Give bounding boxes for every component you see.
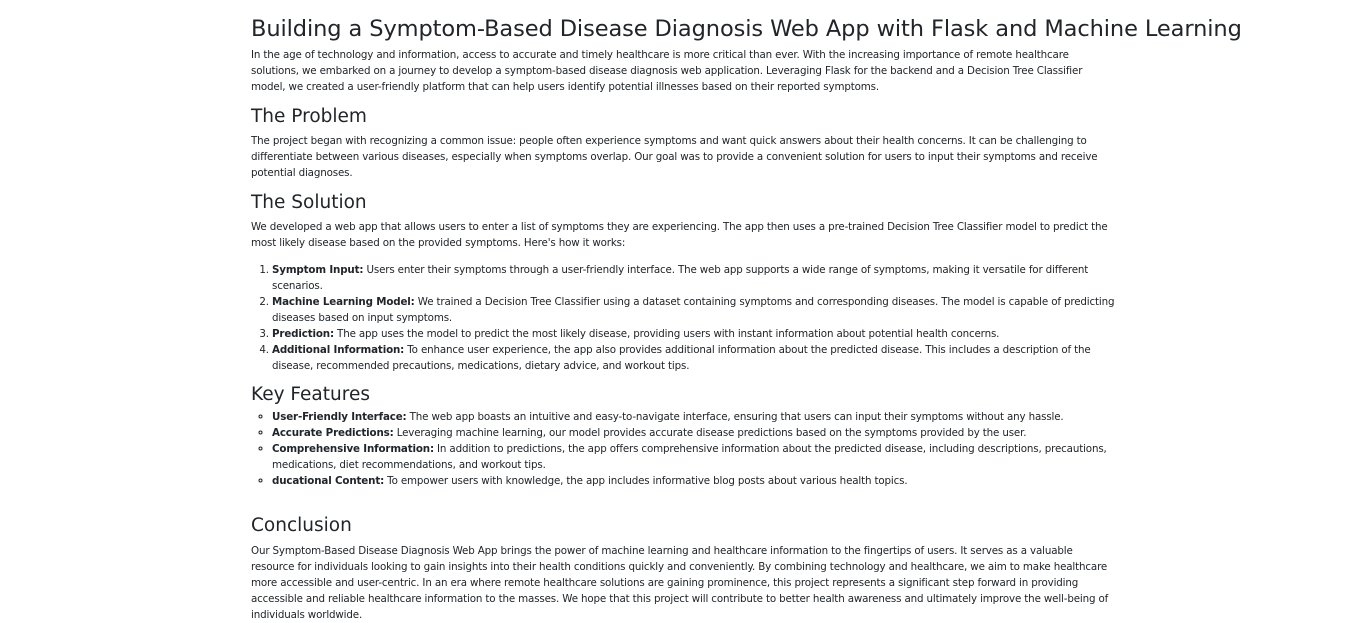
- feature-label: Accurate Predictions:: [272, 427, 394, 439]
- feature-item: ducational Content: To empower users wit…: [272, 473, 1117, 489]
- step-label: Machine Learning Model:: [272, 296, 415, 308]
- problem-heading: The Problem: [251, 106, 367, 127]
- intro-paragraph: In the age of technology and information…: [251, 49, 1083, 93]
- article-title: Building a Symptom-Based Disease Diagnos…: [251, 16, 1242, 42]
- feature-item: Comprehensive Information: In addition t…: [272, 441, 1117, 473]
- features-list: User-Friendly Interface: The web app boa…: [251, 409, 1117, 489]
- feature-text: To empower users with knowledge, the app…: [384, 475, 908, 487]
- feature-item: User-Friendly Interface: The web app boa…: [272, 409, 1117, 425]
- step-label: Prediction:: [272, 328, 334, 340]
- solution-steps-list: Symptom Input: Users enter their symptom…: [251, 262, 1117, 374]
- solution-step: Symptom Input: Users enter their symptom…: [272, 262, 1117, 294]
- solution-step: Prediction: The app uses the model to pr…: [272, 326, 1117, 342]
- conclusion-paragraph: Our Symptom-Based Disease Diagnosis Web …: [251, 545, 1109, 621]
- feature-text: Leveraging machine learning, our model p…: [393, 427, 1027, 439]
- conclusion-heading: Conclusion: [251, 515, 352, 536]
- feature-text: The web app boasts an intuitive and easy…: [406, 411, 1064, 423]
- step-text: The app uses the model to predict the mo…: [333, 328, 1000, 340]
- solution-step: Machine Learning Model: We trained a Dec…: [272, 294, 1117, 326]
- solution-heading: The Solution: [251, 192, 367, 213]
- solution-paragraph: We developed a web app that allows users…: [251, 221, 1108, 249]
- problem-paragraph: The project began with recognizing a com…: [251, 135, 1098, 179]
- article: Building a Symptom-Based Disease Diagnos…: [251, 0, 1242, 623]
- feature-label: User-Friendly Interface:: [272, 411, 407, 423]
- feature-label: ducational Content:: [272, 475, 385, 487]
- step-label: Additional Information:: [272, 344, 405, 356]
- step-text: Users enter their symptoms through a use…: [272, 264, 1089, 292]
- feature-label: Comprehensive Information:: [272, 443, 434, 455]
- features-heading: Key Features: [251, 384, 370, 405]
- step-label: Symptom Input:: [272, 264, 364, 276]
- solution-step: Additional Information: To enhance user …: [272, 342, 1117, 374]
- feature-item: Accurate Predictions: Leveraging machine…: [272, 425, 1117, 441]
